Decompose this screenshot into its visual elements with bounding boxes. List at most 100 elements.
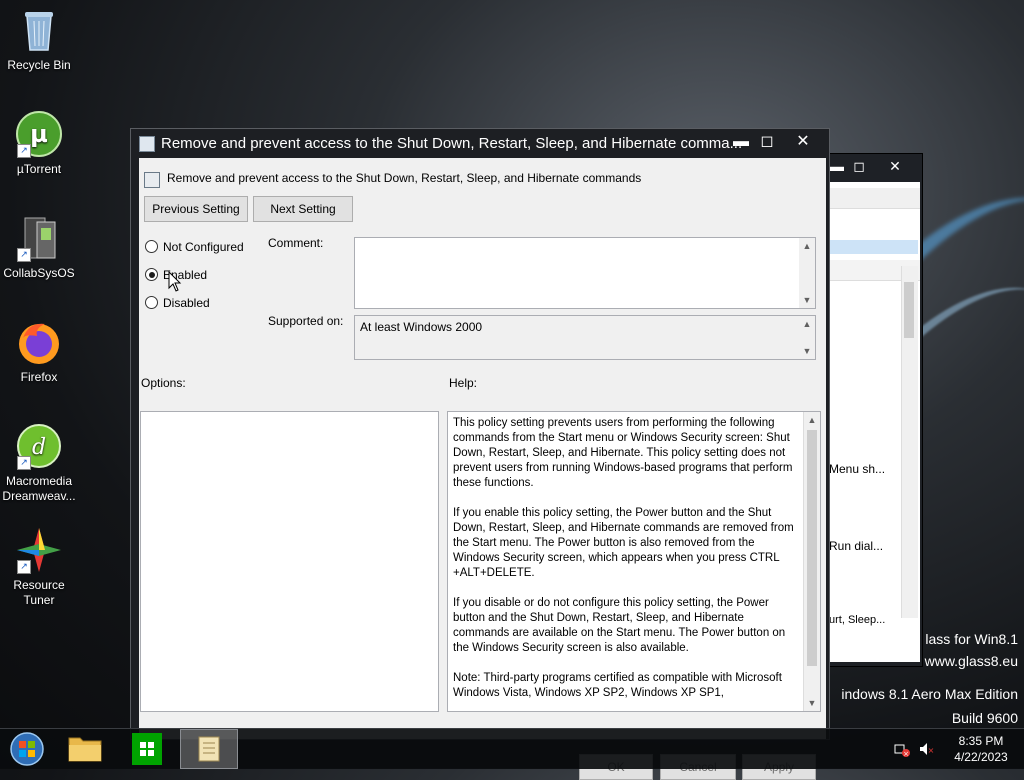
selected-row[interactable]: [827, 240, 918, 254]
shortcut-arrow-icon: ↗: [17, 456, 31, 470]
utorrent-icon: µ ↗: [15, 110, 63, 158]
collabsysos-icon: ↗: [15, 214, 63, 262]
background-window[interactable]: ▬ ◻ ✕ Menu sh... Run dial... urt, Sleep.…: [826, 153, 923, 667]
store-icon: [132, 733, 162, 765]
desktop-icon-resource-tuner[interactable]: ↗ Resource Tuner: [0, 526, 78, 608]
next-setting-button[interactable]: Next Setting: [253, 196, 353, 222]
svg-text:d: d: [32, 435, 46, 460]
help-panel[interactable]: This policy setting prevents users from …: [447, 411, 821, 712]
taskbar-store[interactable]: [118, 729, 172, 769]
dialog-client-area: Remove and prevent access to the Shut Do…: [139, 158, 826, 780]
taskbar-file-explorer[interactable]: [58, 729, 112, 769]
help-paragraph: If you enable this policy setting, the P…: [453, 507, 794, 579]
title-bar[interactable]: Remove and prevent access to the Shut Do…: [131, 129, 829, 157]
shortcut-arrow-icon: ↗: [17, 560, 31, 574]
radio-button-checked-icon[interactable]: [145, 268, 158, 281]
desktop-icon-label: Firefox: [20, 370, 58, 384]
resource-tuner-icon: ↗: [15, 526, 63, 574]
clock-time: 8:35 PM: [958, 734, 1004, 748]
desktop-icon-dreamweaver[interactable]: d ↗ Macromedia Dreamweav...: [0, 422, 78, 504]
help-text: This policy setting prevents users from …: [453, 416, 800, 716]
policy-header-title: Remove and prevent access to the Shut Do…: [167, 171, 642, 185]
system-tray: × × 8:35 PM 4/22/2023: [894, 729, 1024, 769]
comment-scrollbar[interactable]: ▲ ▼: [799, 238, 815, 308]
radio-button-icon[interactable]: [145, 296, 158, 309]
radio-label: Disabled: [163, 296, 210, 310]
list-item[interactable]: urt, Sleep...: [829, 614, 885, 626]
scroll-down-icon[interactable]: ▼: [799, 292, 815, 308]
scrollbar-thumb[interactable]: [904, 282, 914, 338]
supported-on-field: At least Windows 2000 ▲ ▼: [354, 315, 816, 360]
radio-label: Not Configured: [163, 240, 244, 254]
radio-button-icon[interactable]: [145, 240, 158, 253]
previous-setting-button[interactable]: Previous Setting: [144, 196, 248, 222]
desktop-icon-label: Resource Tuner: [13, 578, 65, 607]
minimize-button[interactable]: ▬: [727, 131, 755, 153]
list-item[interactable]: Menu sh...: [829, 462, 885, 476]
comment-textarea[interactable]: ▲ ▼: [354, 237, 816, 309]
watermark-line: indows 8.1 Aero Max Edition: [841, 686, 1018, 702]
shortcut-arrow-icon: ↗: [17, 144, 31, 158]
scroll-down-icon[interactable]: ▼: [799, 343, 815, 359]
recycle-bin-icon: [15, 6, 63, 54]
help-paragraph: This policy setting prevents users from …: [453, 417, 793, 489]
desktop-icon-firefox[interactable]: Firefox: [0, 318, 78, 385]
scrollbar-thumb[interactable]: [807, 430, 817, 666]
radio-not-configured[interactable]: Not Configured: [145, 240, 244, 258]
maximize-button[interactable]: ◻: [849, 157, 869, 175]
supported-on-value: At least Windows 2000: [360, 320, 483, 334]
taskbar-group-policy[interactable]: [180, 729, 238, 769]
help-paragraph: If you disable or do not configure this …: [453, 597, 786, 654]
maximize-button[interactable]: ◻: [753, 131, 781, 153]
scroll-up-icon[interactable]: ▲: [799, 316, 815, 332]
help-scrollbar[interactable]: ▲ ▼: [803, 412, 820, 711]
mouse-pointer-icon: [168, 271, 182, 292]
clock-date: 4/22/2023: [954, 750, 1008, 764]
comment-label: Comment:: [268, 236, 324, 250]
network-error-icon[interactable]: ×: [894, 741, 910, 757]
desktop-icon-label: Macromedia Dreamweav...: [2, 474, 76, 503]
desktop-icon-label: Recycle Bin: [7, 58, 71, 72]
volume-muted-icon[interactable]: ×: [918, 741, 934, 757]
firefox-icon: [15, 318, 63, 366]
svg-text:×: ×: [928, 746, 934, 755]
watermark-line: www.glass8.eu: [924, 653, 1018, 669]
supported-scrollbar[interactable]: ▲ ▼: [799, 316, 815, 359]
help-paragraph: Note: Third-party programs certified as …: [453, 672, 782, 699]
desktop-icon-utorrent[interactable]: µ ↗ µTorrent: [0, 110, 78, 177]
toolbar: [827, 188, 920, 209]
taskbar: × × 8:35 PM 4/22/2023: [0, 728, 1024, 769]
options-label: Options:: [141, 376, 186, 390]
scroll-down-icon[interactable]: ▼: [804, 695, 820, 711]
scroll-document-icon: [198, 736, 220, 762]
desktop-icon-collabsysos[interactable]: ↗ CollabSysOS: [0, 214, 78, 281]
watermark-line: Build 9600: [951, 710, 1018, 726]
policy-icon: [139, 136, 155, 152]
scrollbar[interactable]: [901, 266, 918, 618]
background-window-content: Menu sh... Run dial... urt, Sleep...: [827, 182, 920, 662]
close-button[interactable]: ✕: [789, 131, 817, 153]
policy-header-icon: [144, 172, 160, 188]
shortcut-arrow-icon: ↗: [17, 248, 31, 262]
desktop-icon-label: µTorrent: [16, 162, 62, 176]
start-button[interactable]: [0, 729, 54, 769]
list-item[interactable]: Run dial...: [829, 539, 883, 553]
desktop-icon-recycle-bin[interactable]: Recycle Bin: [0, 6, 78, 73]
scroll-up-icon[interactable]: ▲: [799, 238, 815, 254]
supported-on-label: Supported on:: [268, 314, 344, 328]
svg-text:µ: µ: [30, 120, 48, 148]
radio-disabled[interactable]: Disabled: [145, 296, 210, 314]
dreamweaver-icon: d ↗: [15, 422, 63, 470]
minimize-button[interactable]: ▬: [827, 157, 847, 175]
watermark-line: lass for Win8.1: [925, 631, 1018, 647]
scroll-up-icon[interactable]: ▲: [804, 412, 820, 428]
window-title: Remove and prevent access to the Shut Do…: [161, 135, 743, 152]
svg-text:×: ×: [903, 750, 909, 757]
options-panel: [140, 411, 439, 712]
folder-icon: [68, 737, 102, 762]
desktop-icon-label: CollabSysOS: [3, 266, 75, 280]
clock[interactable]: 8:35 PM 4/22/2023: [946, 733, 1016, 765]
windows-orb-icon: [10, 732, 44, 766]
close-button[interactable]: ✕: [885, 157, 905, 175]
policy-setting-dialog[interactable]: Remove and prevent access to the Shut Do…: [130, 128, 830, 780]
